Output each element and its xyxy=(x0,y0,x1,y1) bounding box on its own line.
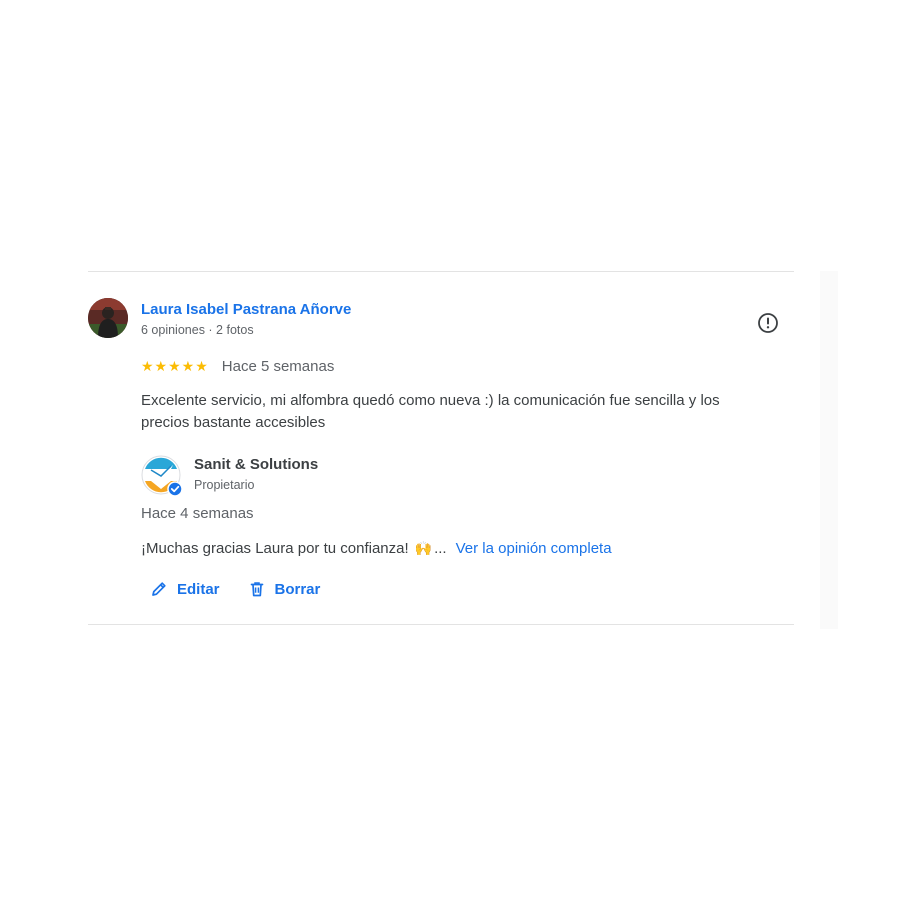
report-exclamation-icon xyxy=(758,313,778,333)
edit-button[interactable]: Editar xyxy=(150,580,220,598)
reviewer-name[interactable]: Laura Isabel Pastrana Añorve xyxy=(141,301,351,318)
edit-label: Editar xyxy=(177,580,220,598)
delete-label: Borrar xyxy=(274,580,321,598)
avatar-photo xyxy=(88,298,128,338)
rating-row: ★★★★★ Hace 5 semanas xyxy=(141,358,334,375)
reply-ellipsis: ... xyxy=(434,540,447,557)
page: Laura Isabel Pastrana Añorve 6 opiniones… xyxy=(0,0,900,900)
owner-reply: ¡Muchas gracias Laura por tu confianza! … xyxy=(141,540,612,557)
owner-logo-image xyxy=(141,455,183,497)
owner-logo xyxy=(141,455,183,497)
delete-button[interactable]: Borrar xyxy=(248,580,321,598)
owner-role: Propietario xyxy=(194,478,255,492)
review-text: Excelente servicio, mi alfombra quedó co… xyxy=(141,392,720,431)
review-actions: Editar Borrar xyxy=(150,580,320,598)
verified-check-icon xyxy=(167,481,183,497)
raising-hands-emoji: 🙌 xyxy=(414,540,433,556)
scroll-track[interactable] xyxy=(820,271,838,629)
pencil-icon xyxy=(152,582,166,596)
reviewer-avatar[interactable] xyxy=(88,298,128,338)
star-rating: ★★★★★ xyxy=(141,358,209,374)
report-button[interactable] xyxy=(756,311,780,335)
reply-date: Hace 4 semanas xyxy=(141,505,254,522)
owner-name: Sanit & Solutions xyxy=(194,456,319,473)
trash-icon xyxy=(250,582,263,597)
reply-text: ¡Muchas gracias Laura por tu confianza! xyxy=(141,540,409,557)
review-date: Hace 5 semanas xyxy=(221,358,335,375)
see-full-review-link[interactable]: Ver la opinión completa xyxy=(456,540,612,557)
review-card: Laura Isabel Pastrana Añorve 6 opiniones… xyxy=(88,271,794,625)
reviewer-meta: 6 opiniones · 2 fotos xyxy=(141,323,254,337)
